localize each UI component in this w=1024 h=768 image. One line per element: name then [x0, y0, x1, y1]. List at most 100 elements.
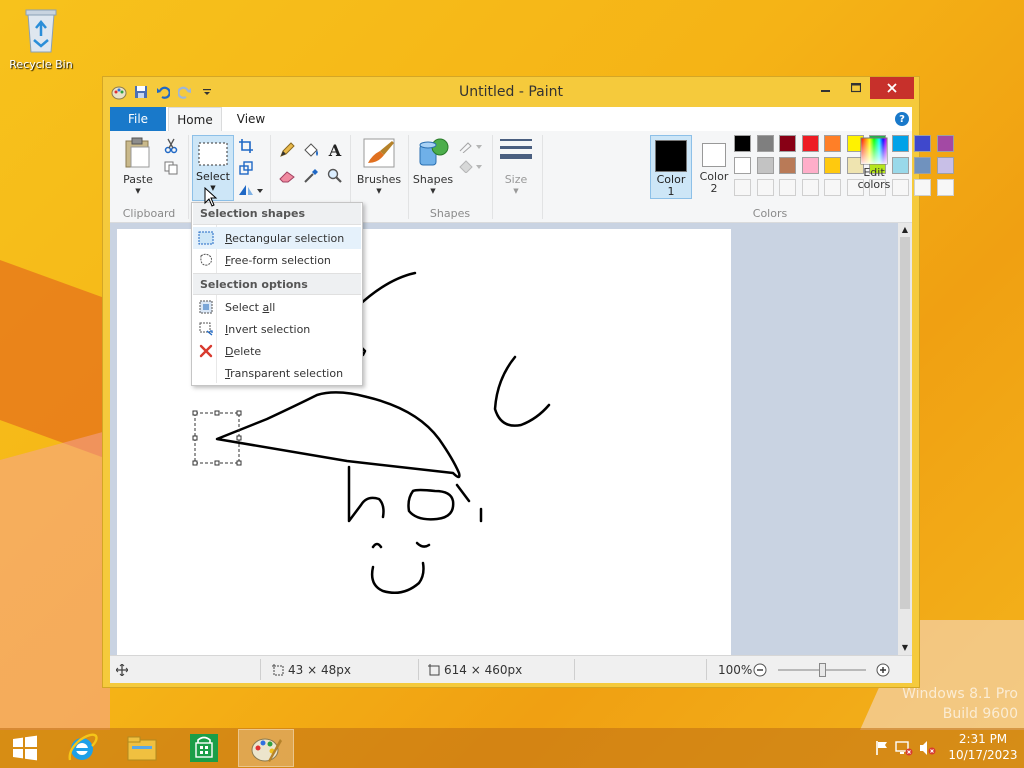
pencil-icon[interactable] — [278, 141, 296, 159]
selection-size-icon — [272, 663, 284, 675]
selection-options-header: Selection options — [193, 273, 361, 295]
vertical-scrollbar[interactable]: ▲ ▼ — [898, 223, 912, 655]
zoom-slider-thumb[interactable] — [818, 663, 826, 677]
palette-swatch[interactable] — [936, 157, 954, 174]
menu-item-rectangular-selection[interactable]: Rectangular selection — [193, 227, 361, 249]
minimize-icon — [821, 90, 830, 92]
color1-swatch — [655, 140, 687, 172]
palette-swatch[interactable] — [824, 135, 841, 152]
color1-button[interactable]: Color 1 — [650, 135, 692, 199]
zoom-slider[interactable] — [778, 663, 866, 677]
title-bar[interactable]: Untitled - Paint — [103, 77, 919, 107]
palette-swatch[interactable] — [914, 135, 931, 152]
palette-swatch-empty[interactable] — [756, 179, 774, 196]
brushes-dropdown-arrow[interactable]: ▼ — [354, 186, 404, 196]
size-label: Size — [504, 173, 528, 186]
zoom-in-button[interactable] — [876, 656, 890, 683]
scroll-up-arrow[interactable]: ▲ — [898, 223, 912, 237]
menu-item-transparent-selection[interactable]: Transparent selection — [193, 362, 361, 384]
paste-dropdown-arrow[interactable]: ▼ — [118, 186, 158, 196]
windows-logo-icon — [13, 735, 37, 761]
system-tray — [872, 728, 940, 768]
palette-swatch[interactable] — [756, 135, 774, 152]
shape-fill-icon — [458, 157, 484, 175]
palette-swatch[interactable] — [756, 157, 774, 174]
select-label: Select — [196, 170, 230, 183]
scroll-down-arrow[interactable]: ▼ — [898, 641, 912, 655]
palette-swatch-empty[interactable] — [936, 179, 954, 196]
palette-swatch[interactable] — [779, 135, 796, 152]
palette-swatch[interactable] — [891, 157, 909, 174]
palette-swatch[interactable] — [779, 157, 796, 174]
taskbar-internet-explorer[interactable] — [54, 729, 110, 767]
menu-item-invert-selection[interactable]: Invert selection — [193, 318, 361, 340]
paste-button[interactable]: Paste ▼ — [118, 135, 158, 201]
palette-swatch[interactable] — [914, 157, 931, 174]
volume-muted-icon[interactable] — [916, 740, 940, 756]
cut-icon[interactable] — [162, 137, 180, 155]
color-picker-icon[interactable] — [302, 167, 320, 185]
palette-swatch[interactable] — [801, 157, 819, 174]
recycle-bin[interactable]: Recycle Bin — [6, 6, 76, 71]
palette-swatch[interactable] — [734, 135, 751, 152]
color2-button[interactable]: Color 2 — [694, 135, 734, 199]
action-center-flag-icon[interactable] — [872, 740, 892, 756]
palette-swatch-empty[interactable] — [734, 179, 751, 196]
clock-date: 10/17/2023 — [948, 748, 1018, 762]
color-palette — [734, 131, 954, 201]
rectangular-selection-icon — [197, 229, 215, 247]
menu-item-select-all[interactable]: Select all — [193, 296, 361, 318]
taskbar-store[interactable] — [176, 729, 232, 767]
image-size: 614 × 460px — [428, 656, 522, 683]
status-bar: 43 × 48px 614 × 460px 100% — [110, 655, 912, 683]
palette-swatch[interactable] — [891, 135, 909, 152]
shapes-dropdown-arrow[interactable]: ▼ — [412, 186, 454, 196]
size-dropdown-arrow[interactable]: ▼ — [496, 186, 536, 196]
tab-home[interactable]: Home — [168, 107, 222, 131]
copy-icon[interactable] — [162, 159, 180, 177]
fill-bucket-icon[interactable] — [302, 141, 320, 159]
size-button[interactable]: Size ▼ — [496, 135, 536, 201]
recycle-bin-label: Recycle Bin — [9, 58, 73, 71]
palette-swatch-empty[interactable] — [891, 179, 909, 196]
taskbar-paint[interactable] — [238, 729, 294, 767]
zoom-out-button[interactable] — [753, 656, 767, 683]
paste-icon — [125, 137, 150, 168]
help-icon[interactable]: ? — [895, 112, 909, 126]
close-button[interactable] — [870, 77, 914, 99]
palette-swatch-empty[interactable] — [779, 179, 796, 196]
taskbar-file-explorer[interactable] — [114, 729, 170, 767]
magnifier-icon[interactable] — [326, 167, 344, 185]
rotate-icon[interactable] — [237, 181, 263, 199]
menu-item-free-form-selection[interactable]: Free-form selection — [193, 249, 361, 271]
select-dropdown-menu: Selection shapes Rectangular selection F… — [191, 202, 363, 386]
taskbar-clock[interactable]: 2:31 PM 10/17/2023 — [948, 731, 1018, 763]
close-icon — [887, 83, 897, 93]
tab-view[interactable]: View — [228, 107, 274, 131]
tab-file[interactable]: File — [110, 107, 166, 131]
palette-swatch-empty[interactable] — [824, 179, 841, 196]
scrollbar-thumb[interactable] — [900, 237, 910, 609]
network-icon[interactable] — [892, 740, 916, 756]
palette-swatch[interactable] — [734, 157, 751, 174]
resize-icon[interactable] — [237, 159, 255, 177]
palette-swatch[interactable] — [936, 135, 954, 152]
menu-item-delete[interactable]: Delete — [193, 340, 361, 362]
brush-icon — [363, 138, 395, 168]
shapes-button[interactable]: Shapes ▼ — [412, 135, 454, 201]
eraser-icon[interactable] — [278, 167, 296, 185]
brushes-button[interactable]: Brushes ▼ — [354, 135, 404, 201]
maximize-button[interactable] — [841, 77, 871, 99]
edit-colors-button[interactable]: Edit colors — [854, 135, 894, 199]
text-icon[interactable]: A — [326, 141, 344, 160]
palette-swatch[interactable] — [824, 157, 841, 174]
start-button[interactable] — [0, 729, 50, 767]
palette-swatch-empty[interactable] — [914, 179, 931, 196]
palette-swatch-empty[interactable] — [801, 179, 819, 196]
zoom-level: 100% — [718, 662, 753, 677]
minimize-button[interactable] — [811, 77, 841, 99]
palette-swatch[interactable] — [801, 135, 819, 152]
wallpaper-shape — [0, 430, 110, 730]
image-size-icon — [428, 663, 440, 675]
crop-icon[interactable] — [237, 137, 255, 155]
